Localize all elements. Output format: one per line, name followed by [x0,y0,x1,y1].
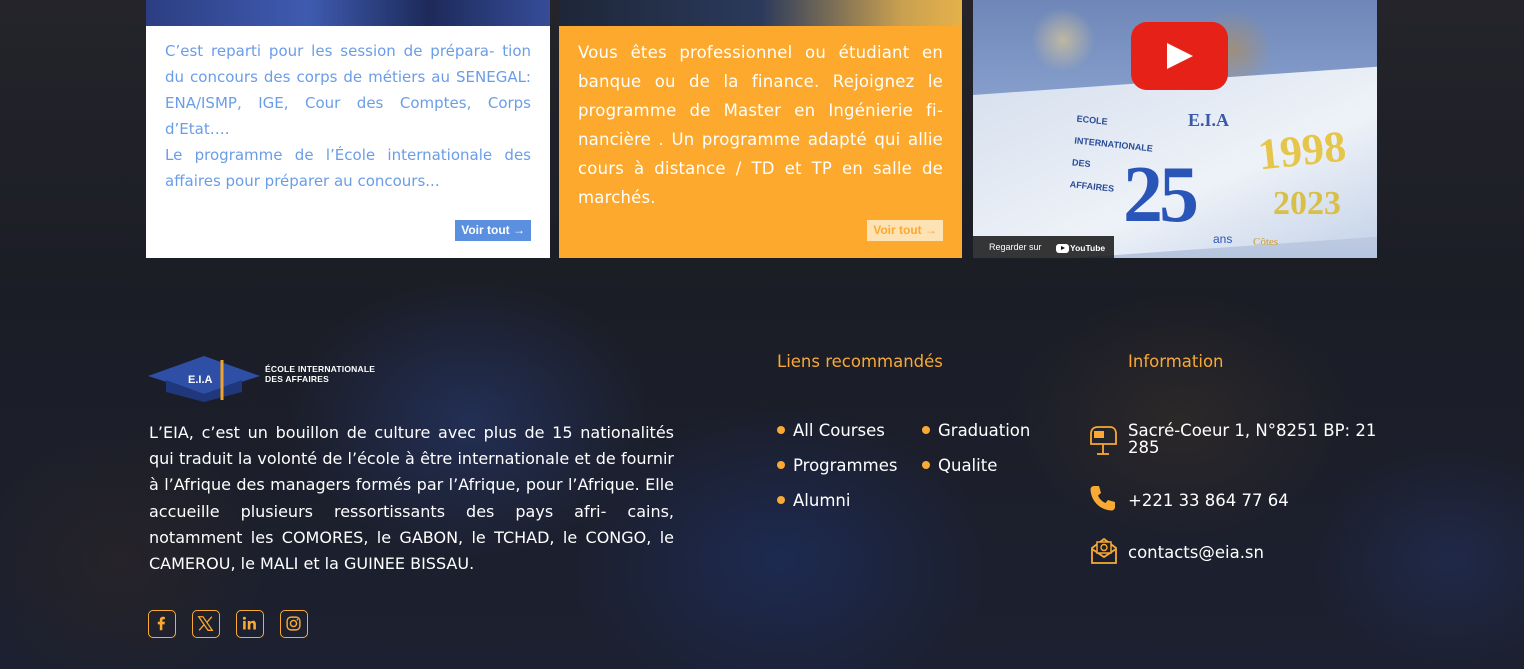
recommended-links-title: Liens recommandés [777,352,943,371]
link-alumni[interactable]: Alumni [777,491,850,510]
logo-badge-text: E.I.A [188,374,213,386]
card-image [559,0,962,26]
youtube-logo-icon [1056,243,1070,253]
link-label: Programmes [793,456,898,475]
about-text: L’EIA, c’est un bouillon de culture avec… [149,423,674,574]
card-paragraph: Vous êtes professionnel ou étudiant en b… [578,43,943,207]
address-line: 285 [1128,438,1160,457]
play-icon [1167,43,1193,69]
graduation-cap-logo-icon: E.I.A [148,356,260,402]
instagram-icon [286,616,301,631]
logo-name-line: DES AFFAIRES [265,374,329,384]
card-image [146,0,550,26]
card-excerpt: C’est reparti pour les session de prépar… [165,38,531,194]
card-paragraph: C’est reparti pour les session de prépar… [165,42,531,138]
link-label: Qualite [938,456,998,475]
card-paragraph: Le programme de l’École internationale d… [165,146,531,190]
facebook-link[interactable] [148,610,176,638]
x-twitter-link[interactable] [192,610,220,638]
bullet-icon [922,461,930,469]
bullet-icon [777,426,785,434]
thumbnail-year: 2023 [1273,185,1341,222]
thumbnail-number: 25 [1123,151,1199,239]
email-link[interactable]: contacts@eia.sn [1128,543,1264,562]
link-label: All Courses [793,421,885,440]
phone-icon [1090,486,1115,511]
link-programmes[interactable]: Programmes [777,456,897,475]
thumbnail-text: E.I.A [1188,110,1230,130]
logo-name: ÉCOLE INTERNATIONALE DES AFFAIRES [265,364,375,384]
news-card-master: Vous êtes professionnel ou étudiant en b… [559,0,962,258]
voir-tout-button[interactable]: Voir tout → [867,220,943,241]
link-graduation[interactable]: Graduation [922,421,1030,440]
youtube-play-button[interactable] [1131,22,1228,90]
bullet-icon [777,496,785,504]
x-twitter-icon [197,616,214,631]
link-label: Alumni [793,491,851,510]
youtube-video-embed[interactable]: E.I.A ECOLE INTERNATIONALE DES AFFAIRES … [973,0,1377,258]
bullet-icon [922,426,930,434]
card-excerpt: Vous êtes professionnel ou étudiant en b… [578,38,943,212]
thumbnail-text: Côtes [1253,236,1279,248]
address-line: Sacré-Coeur 1, N°8251 BP: 21 [1128,421,1377,440]
voir-tout-button[interactable]: Voir tout → [455,220,531,241]
mailbox-icon [1090,426,1117,455]
link-all-courses[interactable]: All Courses [777,421,885,440]
linkedin-icon [242,616,256,630]
information-title: Information [1128,352,1224,371]
linkedin-link[interactable] [236,610,264,638]
eia-logo[interactable]: E.I.A ÉCOLE INTERNATIONALE DES AFFAIRES [148,354,378,404]
logo-name-line: ÉCOLE INTERNATIONALE [265,364,376,374]
link-label: Graduation [938,421,1031,440]
bullet-icon [777,461,785,469]
instagram-link[interactable] [280,610,308,638]
youtube-logo: YouTube [1056,237,1105,258]
link-qualite[interactable]: Qualite [922,456,997,475]
email-icon [1091,537,1117,564]
address: Sacré-Coeur 1, N°8251 BP: 21 285 [1128,422,1376,456]
phone-number-link[interactable]: +221 33 864 77 64 [1128,491,1289,510]
news-card-concours: C’est reparti pour les session de prépar… [146,0,550,258]
watch-on-youtube-button[interactable]: Regarder sur YouTube [973,236,1114,258]
thumbnail-year: 1998 [1255,121,1349,180]
thumbnail-text: ans [1213,232,1233,246]
facebook-icon [157,616,165,631]
youtube-wordmark: YouTube [1070,242,1106,253]
watch-label: Regarder sur [989,242,1042,252]
